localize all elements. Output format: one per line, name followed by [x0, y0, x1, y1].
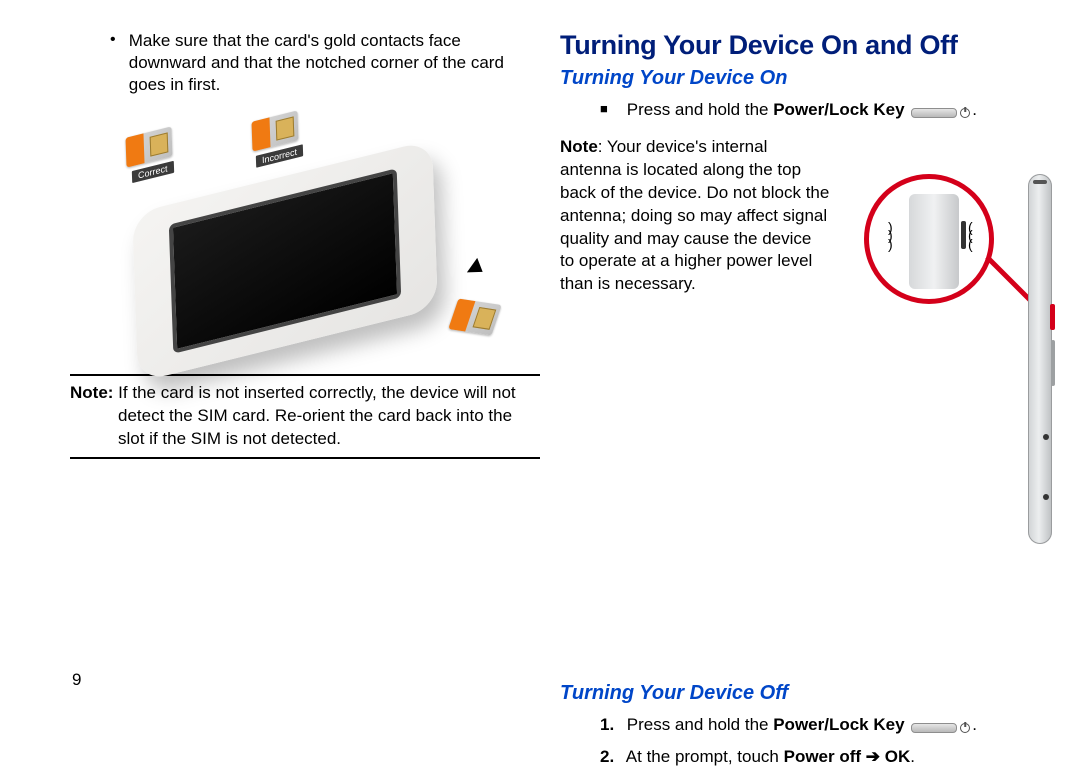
- sim-card-insert-icon: [448, 299, 501, 336]
- divider: [70, 374, 540, 376]
- manual-page: • Make sure that the card's gold contact…: [0, 0, 1080, 720]
- callout-circle-icon: ))) (((: [864, 174, 994, 304]
- step-number: 1.: [600, 713, 622, 737]
- square-bullet-icon: ■: [600, 100, 622, 118]
- power-button-icon: [1050, 304, 1055, 330]
- power-lock-key-label: Power/Lock Key: [773, 100, 904, 119]
- right-column: Turning Your Device On and Off Turning Y…: [560, 30, 1060, 775]
- power-lock-key-icon: [911, 715, 970, 739]
- divider: [70, 457, 540, 459]
- antenna-note: Note: Your device's internal antenna is …: [560, 136, 830, 297]
- power-on-step: ■ Press and hold the Power/Lock Key .: [600, 98, 1060, 124]
- period: .: [910, 747, 915, 766]
- step-text: Press and hold the: [627, 100, 773, 119]
- power-lock-key-label: Power/Lock Key: [773, 715, 904, 734]
- press-lines-icon: (((: [968, 223, 973, 248]
- power-button-figure: ))) (((: [862, 174, 1052, 544]
- subheading-off: Turning Your Device Off: [560, 682, 1060, 705]
- left-column: • Make sure that the card's gold contact…: [70, 30, 540, 465]
- power-off-step-1: 1. Press and hold the Power/Lock Key .: [600, 713, 1060, 739]
- subheading-on: Turning Your Device On: [560, 67, 1060, 90]
- sim-note: Note: If the card is not inserted correc…: [70, 382, 540, 451]
- insert-arrow-icon: [467, 258, 485, 273]
- note-body: : Your device's internal antenna is loca…: [560, 137, 829, 294]
- power-off-ok-label: Power off ➔ OK: [784, 747, 911, 766]
- note-label: Note: [560, 137, 598, 156]
- sim-card-incorrect-icon: [251, 111, 298, 152]
- step-text: At the prompt, touch: [626, 747, 784, 766]
- power-off-step-2: 2. At the prompt, touch Power off ➔ OK.: [600, 745, 1060, 769]
- period: .: [972, 715, 977, 734]
- note-rest: detect the SIM card. Re-orient the card …: [118, 405, 540, 451]
- period: .: [972, 100, 977, 119]
- step-text: Press and hold the: [627, 715, 773, 734]
- note-first-line: If the card is not inserted correctly, t…: [113, 383, 515, 402]
- step-number: 2.: [600, 745, 622, 769]
- bullet-icon: •: [110, 30, 124, 51]
- page-number: 9: [72, 670, 81, 690]
- note-label: Note:: [70, 383, 113, 402]
- power-lock-key-icon: [911, 100, 970, 124]
- sim-install-figure: Correct Incorrect: [90, 106, 540, 366]
- sim-orientation-bullet: • Make sure that the card's gold contact…: [110, 30, 540, 96]
- bullet-text: Make sure that the card's gold contacts …: [129, 30, 529, 96]
- press-lines-icon: ))): [888, 223, 893, 248]
- device-side-icon: [1028, 174, 1052, 544]
- section-heading: Turning Your Device On and Off: [560, 30, 1060, 61]
- tablet-icon: [132, 140, 438, 383]
